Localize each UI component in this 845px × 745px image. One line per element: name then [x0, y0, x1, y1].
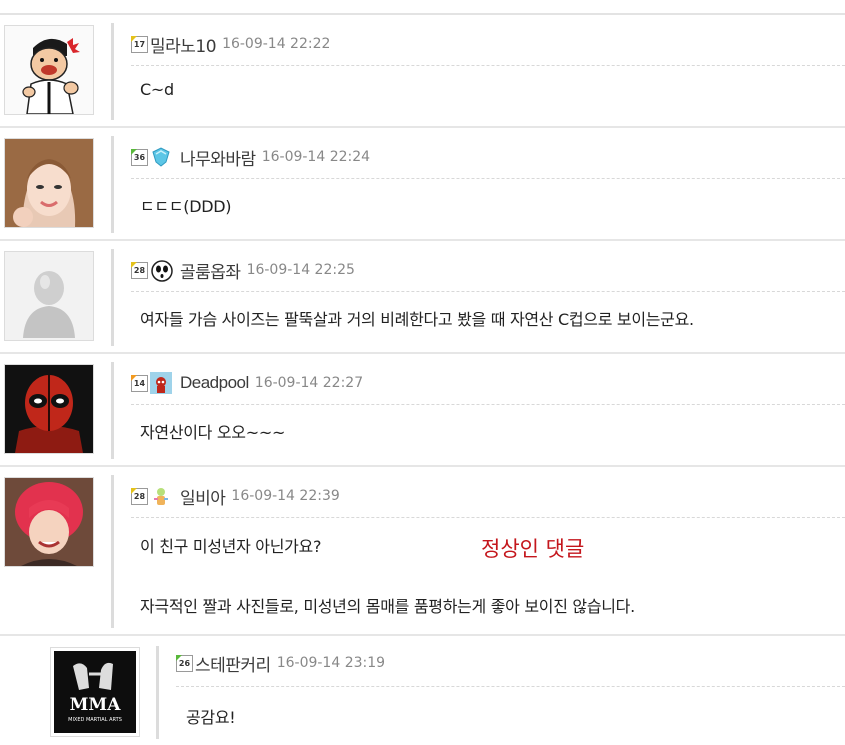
avatar[interactable] [4, 138, 94, 228]
level-icon: 36 [131, 148, 148, 166]
logo-subtext: MIXED MARTIAL ARTS [68, 717, 122, 723]
reply-item: MMA MIXED MARTIAL ARTS 26 스테판커리 16-09-14… [46, 638, 845, 745]
comment-list: 17 밀라노10 16-09-14 22:22 C~d 36 나무와바람 16-… [0, 0, 845, 745]
comment-header: 14 Deadpool 16-09-14 22:27 [131, 370, 363, 396]
character-badge-icon [150, 485, 172, 507]
annotation-text: 정상인 댓글 [481, 537, 585, 561]
deadpool-badge-icon [150, 372, 172, 394]
comment-text: 공감요! [186, 708, 236, 727]
nickname[interactable]: 밀라노10 [150, 32, 217, 57]
comment-text: 여자들 가슴 사이즈는 팔뚝살과 거의 비례한다고 봤을 때 자연산 C컵으로 … [140, 310, 694, 329]
comment-item: 36 나무와바람 16-09-14 22:24 ㄷㄷㄷ(DDD) [0, 128, 845, 241]
level-icon: 26 [176, 654, 193, 672]
divider [176, 686, 845, 687]
comment-header: 26 스테판커리 16-09-14 23:19 [176, 650, 385, 676]
level-icon: 17 [131, 35, 148, 53]
ghost-face-icon [150, 259, 173, 282]
avatar[interactable]: MMA MIXED MARTIAL ARTS [50, 647, 140, 737]
comment-header: 36 나무와바람 16-09-14 22:24 [131, 144, 370, 170]
nickname[interactable]: 스테판커리 [195, 651, 271, 676]
avatar[interactable] [4, 25, 94, 115]
mma-logo-icon: MMA MIXED MARTIAL ARTS [51, 648, 139, 736]
profile-photo-icon [5, 139, 93, 227]
level-icon: 28 [131, 261, 148, 279]
divider [111, 136, 114, 233]
comment-text: 이 친구 미성년자 아닌가요? [140, 537, 322, 556]
comment-item: 28 골룸옵좌 16-09-14 22:25 여자들 가슴 사이즈는 팔뚝살과 … [0, 241, 845, 354]
divider [111, 362, 114, 459]
divider [131, 404, 845, 405]
datetime: 16-09-14 22:25 [246, 262, 355, 278]
comment-text: 자극적인 짤과 사진들로, 미성년의 몸매를 품평하는게 좋아 보이진 않습니다… [140, 597, 635, 616]
divider [131, 517, 845, 518]
comment-header: 28 일비아 16-09-14 22:39 [131, 483, 340, 509]
level-icon: 14 [131, 374, 148, 392]
divider [111, 23, 114, 120]
comment-text: 자연산이다 오오~~~ [140, 423, 286, 442]
datetime: 16-09-14 22:24 [261, 149, 371, 165]
comment-header: 28 골룸옵좌 16-09-14 22:25 [131, 257, 355, 283]
cartoon-avatar-icon [5, 26, 93, 114]
comment-item: 17 밀라노10 16-09-14 22:22 C~d [0, 15, 845, 128]
default-user-icon [5, 252, 93, 340]
deadpool-mask-icon [5, 365, 93, 453]
nickname[interactable]: Deadpool [180, 373, 249, 393]
comment-item: 14 Deadpool 16-09-14 22:27 자연산이다 오오~~~ [0, 354, 845, 467]
avatar[interactable] [4, 251, 94, 341]
divider [111, 475, 114, 628]
divider [131, 178, 845, 179]
divider [131, 291, 845, 292]
avatar[interactable] [4, 477, 94, 567]
nickname[interactable]: 골룸옵좌 [180, 258, 241, 283]
profile-photo-icon [5, 478, 93, 566]
datetime: 16-09-14 22:27 [254, 375, 364, 391]
datetime: 16-09-14 22:39 [231, 488, 340, 504]
divider [156, 646, 159, 739]
logo-text: MMA [70, 695, 122, 715]
comment-item: 28 일비아 16-09-14 22:39 이 친구 미성년자 아닌가요? 정상… [0, 467, 845, 636]
comment-text: C~d [140, 80, 174, 99]
avatar[interactable] [4, 364, 94, 454]
datetime: 16-09-14 23:19 [276, 655, 386, 671]
level-icon: 28 [131, 487, 148, 505]
nickname[interactable]: 나무와바람 [180, 145, 256, 170]
divider [131, 65, 845, 66]
comment-header: 17 밀라노10 16-09-14 22:22 [131, 31, 330, 57]
datetime: 16-09-14 22:22 [222, 36, 331, 52]
diamond-badge-icon [150, 146, 172, 168]
comment-text: ㄷㄷㄷ(DDD) [140, 197, 232, 216]
divider [111, 249, 114, 346]
nickname[interactable]: 일비아 [180, 484, 226, 509]
